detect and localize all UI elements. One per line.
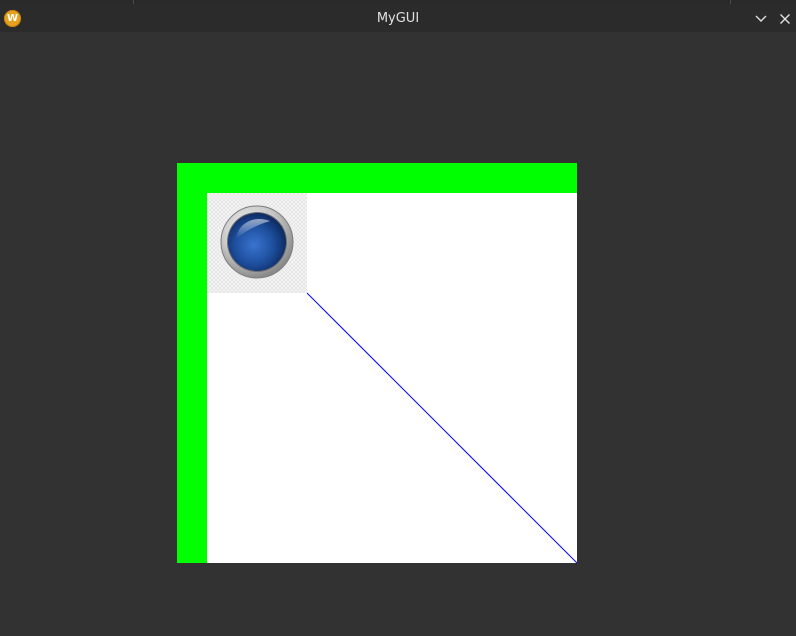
close-button[interactable] [775, 9, 795, 29]
titlebar[interactable]: W MyGUI [0, 5, 796, 32]
blue-sphere-button-icon [220, 205, 294, 279]
diagonal-line [306, 292, 578, 564]
white-panel [207, 193, 578, 564]
taskbar-segment [0, 0, 134, 4]
window-title: MyGUI [376, 11, 420, 26]
close-icon [780, 14, 790, 24]
green-frame-canvas [177, 163, 578, 564]
application-window: W MyGUI [0, 0, 796, 636]
minimize-button[interactable] [751, 9, 771, 29]
chevron-down-icon [755, 15, 767, 22]
image-tile[interactable] [207, 193, 307, 293]
taskbar-segment [134, 0, 731, 4]
